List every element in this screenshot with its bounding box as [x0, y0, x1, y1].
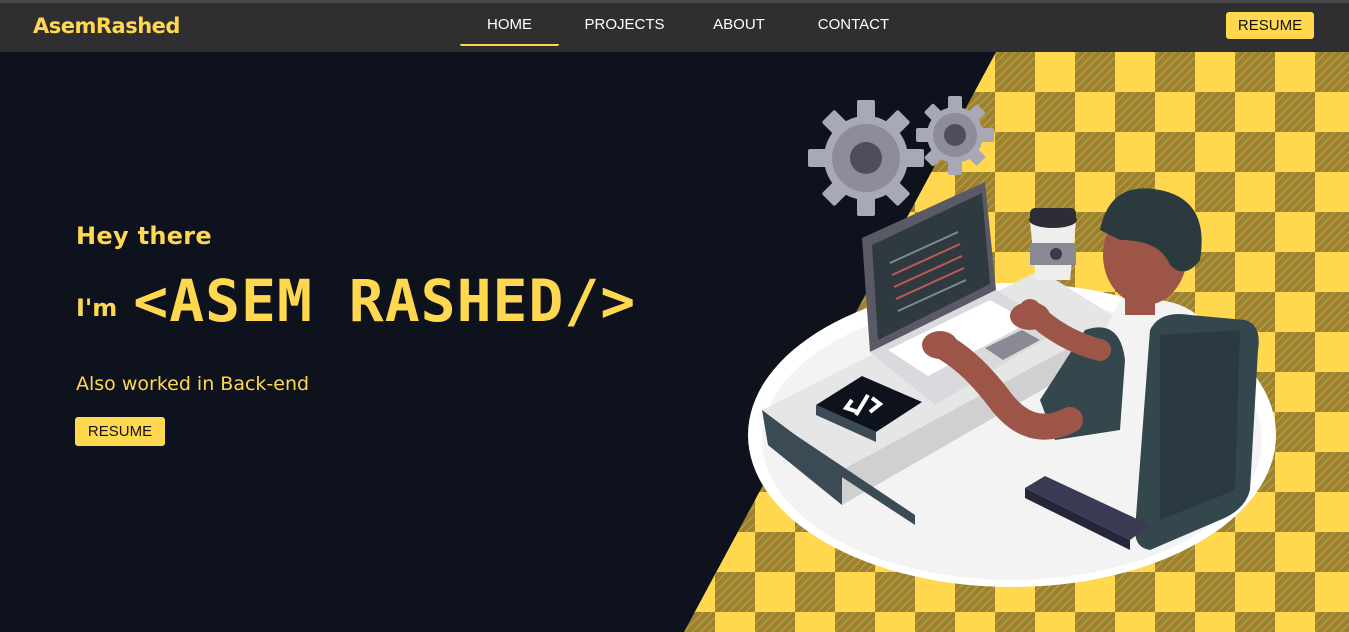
- hero-name: <ASEM RASHED/>: [133, 267, 637, 335]
- nav-link-contact[interactable]: CONTACT: [788, 3, 919, 46]
- brand-logo[interactable]: AsemRashed: [33, 14, 180, 38]
- hero-background: [0, 52, 1349, 632]
- nav-link-home[interactable]: HOME: [460, 3, 559, 46]
- hero-resume-button[interactable]: RESUME: [75, 417, 165, 446]
- nav-link-projects[interactable]: PROJECTS: [559, 3, 690, 46]
- navbar: AsemRashed HOME PROJECTS ABOUT CONTACT R…: [0, 0, 1349, 52]
- nav-link-about[interactable]: ABOUT: [690, 3, 788, 46]
- hero-tagline: Also worked in Back-end: [76, 373, 310, 395]
- nav-resume-button[interactable]: RESUME: [1226, 12, 1314, 39]
- coffee-cup-icon: [1029, 208, 1077, 280]
- hero-intro-prefix: I'm: [76, 294, 118, 322]
- hero-greeting: Hey there: [76, 222, 213, 250]
- nav-links: HOME PROJECTS ABOUT CONTACT: [460, 3, 919, 52]
- hero-intro: I'm <ASEM RASHED/>: [76, 268, 636, 334]
